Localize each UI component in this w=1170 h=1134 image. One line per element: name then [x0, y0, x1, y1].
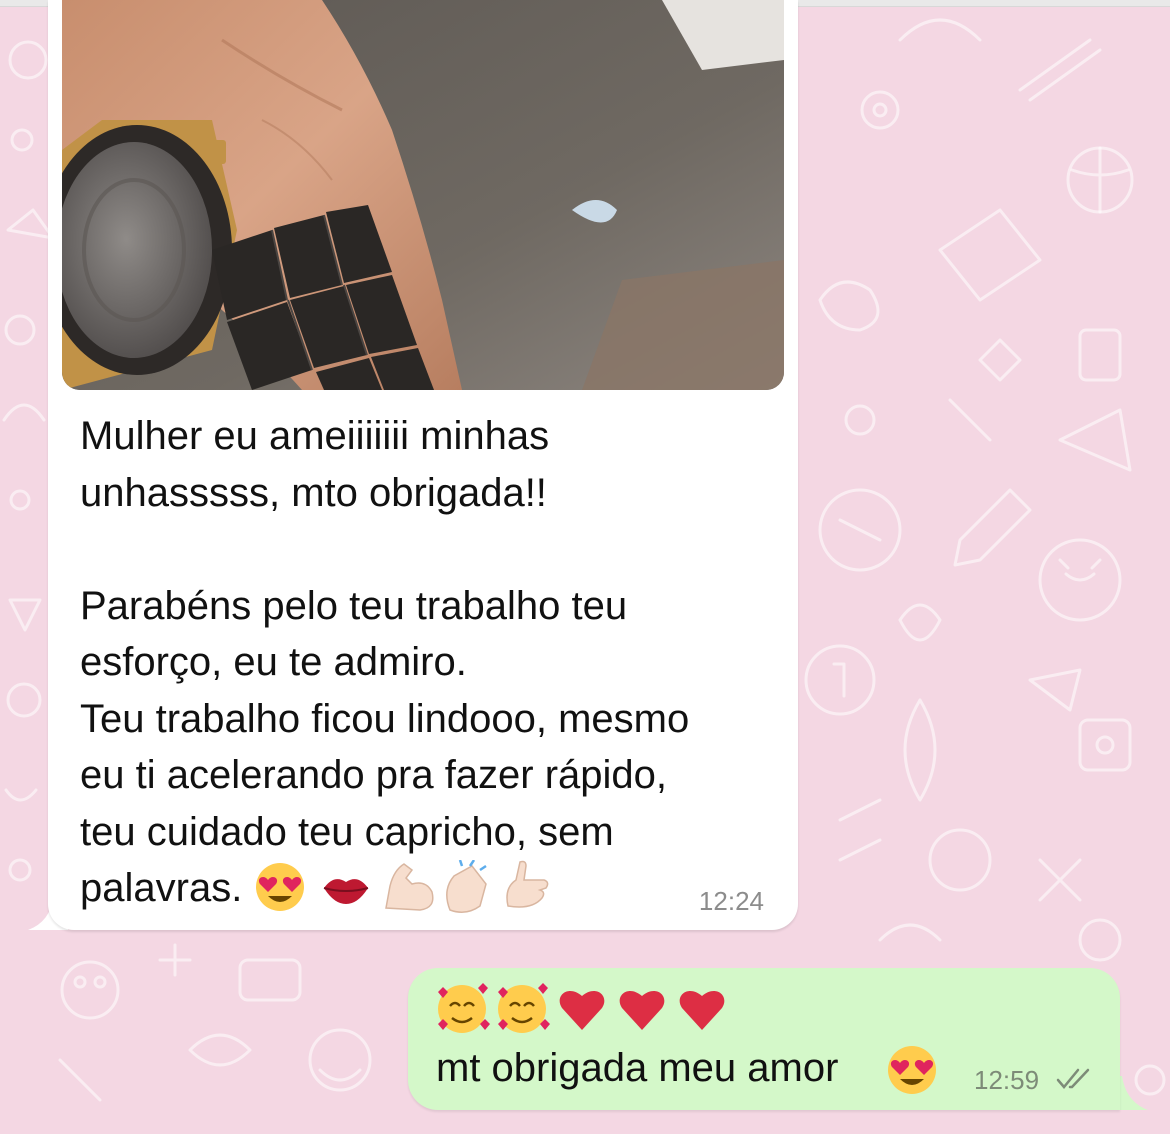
incoming-message-text: Mulher eu ameiiiiiii minhas unhasssss, m… — [80, 414, 690, 910]
red-heart-emoji — [619, 991, 665, 1030]
wrist-watch-photo — [62, 0, 784, 390]
incoming-message-bubble[interactable]: Mulher eu ameiiiiiii minhas unhasssss, m… — [48, 0, 798, 930]
heart-eyes-emoji — [256, 863, 304, 911]
outgoing-message-time: 12:59 — [974, 1065, 1040, 1095]
smiling-face-with-hearts-emoji — [438, 983, 490, 1033]
call-me-hand-emoji — [506, 860, 549, 908]
clapping-hands-emoji — [446, 860, 487, 913]
double-check-read-icon — [1056, 1068, 1090, 1089]
smiling-face-with-hearts-emoji — [498, 983, 550, 1033]
attached-photo[interactable] — [62, 0, 784, 390]
outgoing-message-bubble[interactable]: mt obrigada meu amor 12:59 — [408, 968, 1120, 1110]
kiss-lips-emoji — [323, 879, 369, 904]
red-heart-emoji — [559, 991, 605, 1030]
incoming-message-time: 12:24 — [698, 886, 764, 916]
outgoing-message-text: mt obrigada meu amor — [436, 1046, 839, 1090]
flexed-biceps-emoji — [385, 863, 434, 911]
red-heart-emoji — [679, 991, 725, 1030]
outgoing-bubble-tail — [1118, 1076, 1148, 1110]
heart-eyes-emoji — [888, 1046, 936, 1094]
outgoing-emoji-row — [438, 983, 725, 1033]
incoming-emoji-row — [256, 860, 549, 913]
